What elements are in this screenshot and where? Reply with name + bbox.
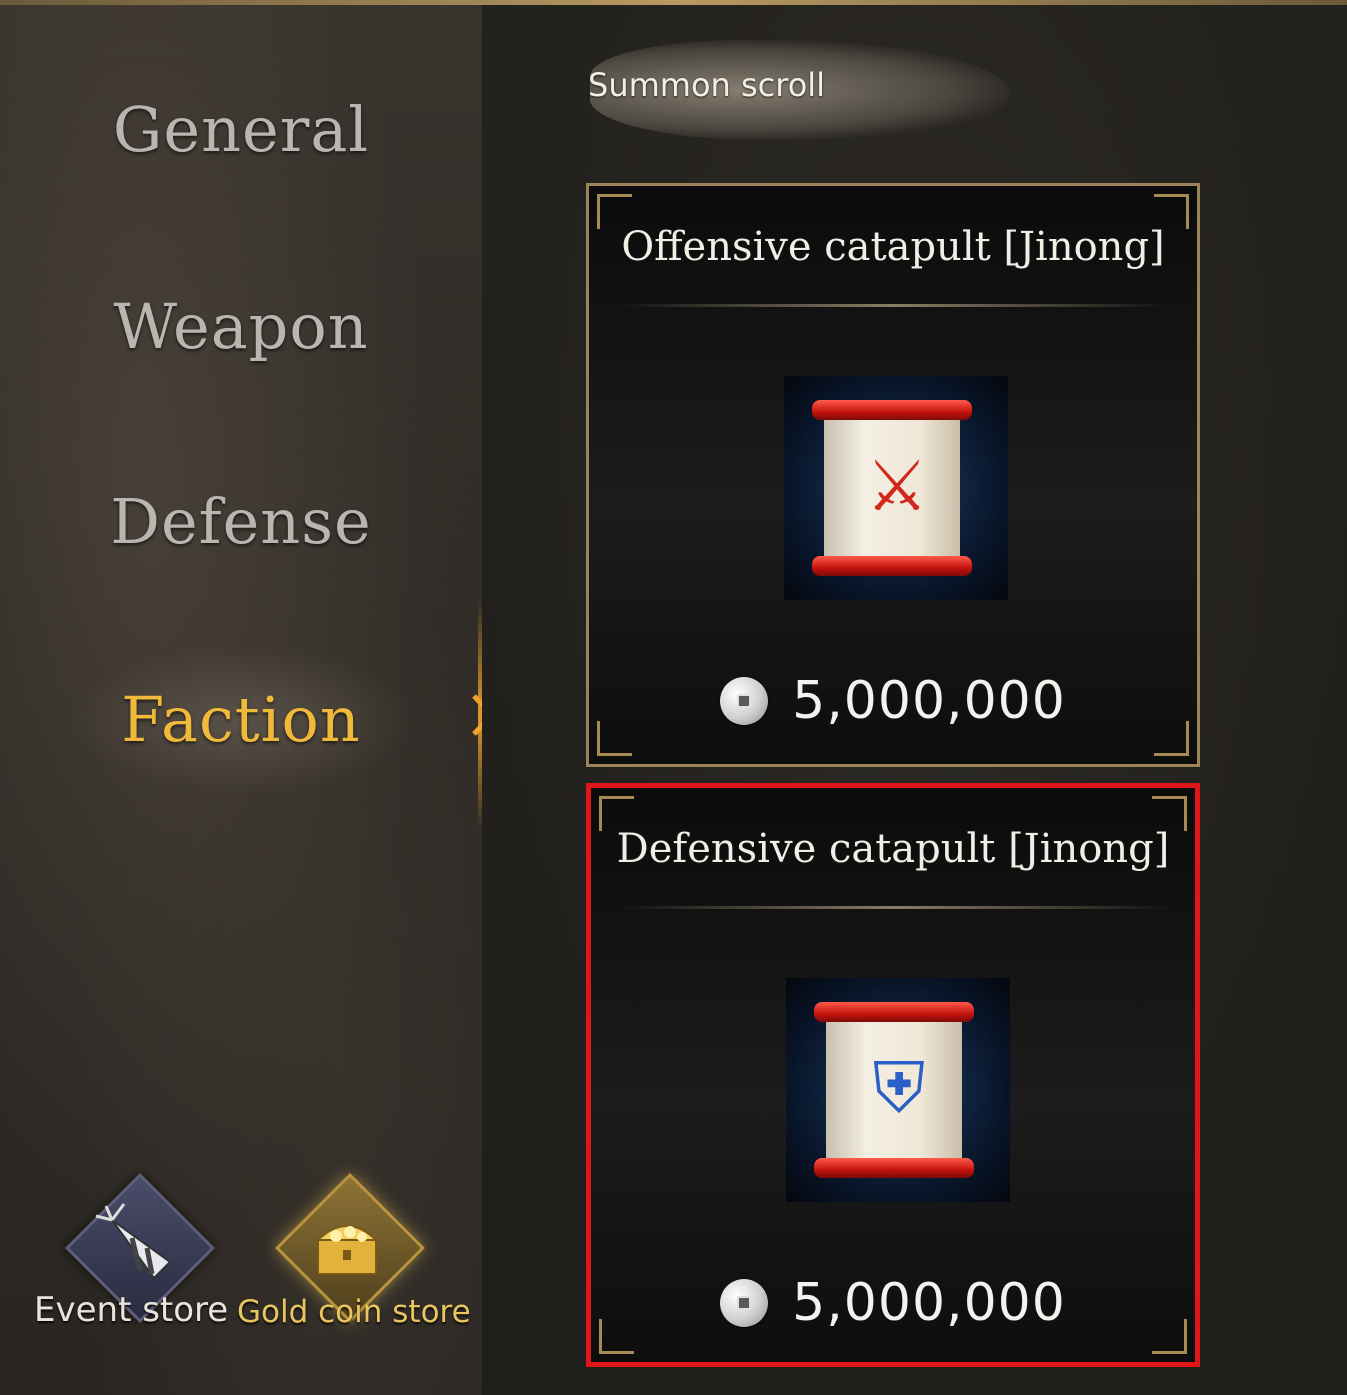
item-price: 5,000,000 xyxy=(792,671,1066,731)
tab-defense[interactable]: Defense xyxy=(0,485,482,558)
tab-general[interactable]: General xyxy=(0,93,482,166)
tab-weapon[interactable]: Weapon xyxy=(0,290,482,363)
shop-screen: General Weapon Defense Faction Event sto… xyxy=(0,0,1347,1395)
section-title: Summon scroll xyxy=(588,66,826,104)
item-price: 5,000,000 xyxy=(792,1273,1066,1333)
catapult-emblem-icon: ⚔ xyxy=(865,445,929,527)
scroll-rod xyxy=(812,556,972,576)
title-divider xyxy=(621,906,1171,909)
title-divider xyxy=(619,304,1169,307)
shield-emblem-icon: ⛨ xyxy=(872,1047,926,1129)
scroll-rod xyxy=(814,1002,974,1022)
gold-coin-store-label: Gold coin store xyxy=(237,1294,471,1330)
item-card-offensive-catapult[interactable]: Offensive catapult [Jinong] ⚔ 5,000,000 xyxy=(586,183,1200,767)
scroll-rod xyxy=(812,400,972,420)
scroll-rod xyxy=(814,1158,974,1178)
defensive-scroll-icon: ⛨ xyxy=(786,978,1010,1202)
offensive-scroll-icon: ⚔ xyxy=(784,376,1008,600)
event-store-label: Event store xyxy=(34,1290,229,1330)
silver-coin-icon xyxy=(720,677,769,725)
price-row: 5,000,000 xyxy=(591,1268,1195,1338)
silver-coin-icon xyxy=(720,1279,769,1327)
tab-faction[interactable]: Faction xyxy=(0,683,482,756)
item-name: Offensive catapult [Jinong] xyxy=(621,224,1165,270)
category-sidebar: General Weapon Defense Faction xyxy=(0,5,482,1395)
price-row: 5,000,000 xyxy=(589,666,1197,736)
item-card-defensive-catapult[interactable]: Defensive catapult [Jinong] ⛨ 5,000,000 xyxy=(586,783,1200,1367)
item-name: Defensive catapult [Jinong] xyxy=(616,826,1170,872)
